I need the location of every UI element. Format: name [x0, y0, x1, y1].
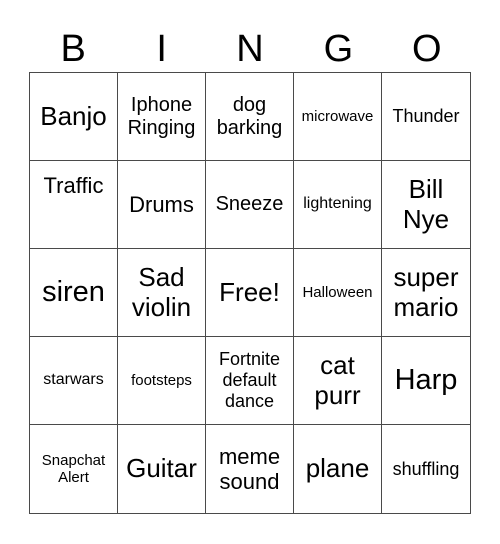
bingo-cell[interactable]: Drums	[118, 161, 206, 249]
bingo-cell[interactable]: Thunder	[382, 73, 470, 161]
bingo-cell[interactable]: plane	[294, 425, 382, 513]
bingo-cell[interactable]: Guitar	[118, 425, 206, 513]
bingo-header: B I N G O	[29, 26, 471, 72]
bingo-cell[interactable]: cat purr	[294, 337, 382, 425]
bingo-cell[interactable]: Bill Nye	[382, 161, 470, 249]
header-letter-i: I	[156, 28, 167, 70]
bingo-cell[interactable]: Iphone Ringing	[118, 73, 206, 161]
bingo-cell[interactable]: Sad violin	[118, 249, 206, 337]
bingo-cell[interactable]: siren	[30, 249, 118, 337]
bingo-cell[interactable]: Fortnite default dance	[206, 337, 294, 425]
header-letter-o: O	[412, 28, 442, 70]
bingo-cell[interactable]: microwave	[294, 73, 382, 161]
bingo-cell[interactable]: Halloween	[294, 249, 382, 337]
bingo-cell[interactable]: super mario	[382, 249, 470, 337]
bingo-cell[interactable]: footsteps	[118, 337, 206, 425]
bingo-cell[interactable]: starwars	[30, 337, 118, 425]
header-letter-b: B	[60, 28, 86, 70]
bingo-cell[interactable]: lightening	[294, 161, 382, 249]
bingo-cell[interactable]: Banjo	[30, 73, 118, 161]
bingo-cell[interactable]: Traffic	[30, 161, 118, 249]
bingo-cell[interactable]: Sneeze	[206, 161, 294, 249]
bingo-cell[interactable]: Snapchat Alert	[30, 425, 118, 513]
bingo-cell[interactable]: meme sound	[206, 425, 294, 513]
free-space-cell[interactable]: Free!	[206, 249, 294, 337]
bingo-cell[interactable]: dog barking	[206, 73, 294, 161]
bingo-cell[interactable]: shuffling	[382, 425, 470, 513]
bingo-cell[interactable]: Harp	[382, 337, 470, 425]
header-letter-n: N	[236, 28, 264, 70]
header-letter-g: G	[323, 28, 354, 70]
bingo-board: Banjo Iphone Ringing dog barking microwa…	[29, 72, 471, 514]
